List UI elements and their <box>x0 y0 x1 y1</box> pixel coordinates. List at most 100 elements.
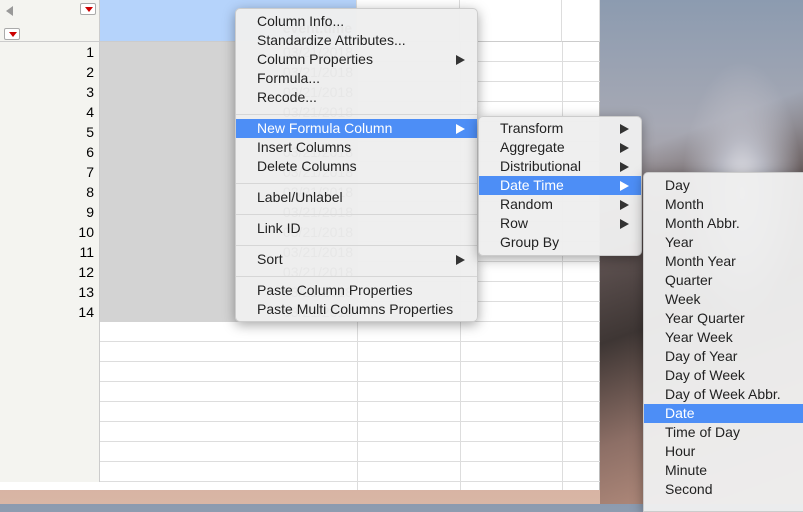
menu-item-hour[interactable]: Hour <box>644 442 803 461</box>
submenu-arrow-icon <box>620 124 629 134</box>
table-menu-icon[interactable] <box>80 3 96 15</box>
submenu-arrow-icon <box>456 55 465 65</box>
menu-item-day-of-week[interactable]: Day of Week <box>644 366 803 385</box>
menu-item-label: Second <box>665 481 713 497</box>
row-number[interactable]: 12 <box>0 262 100 282</box>
menu-item-new-formula-column[interactable]: New Formula Column <box>236 119 477 138</box>
row-number[interactable]: 9 <box>0 202 100 222</box>
rows-menu-icon[interactable] <box>4 28 20 40</box>
row-number[interactable]: 6 <box>0 142 100 162</box>
collapse-arrow-icon[interactable] <box>6 6 13 16</box>
menu-item-distributional[interactable]: Distributional <box>479 157 641 176</box>
menu-item-standardize-attributes[interactable]: Standardize Attributes... <box>236 31 477 50</box>
row-number[interactable] <box>0 362 100 382</box>
table-row[interactable] <box>0 462 600 482</box>
menu-item-sort[interactable]: Sort <box>236 250 477 269</box>
menu-item-formula[interactable]: Formula... <box>236 69 477 88</box>
table-row[interactable] <box>0 402 600 422</box>
menu-item-aggregate[interactable]: Aggregate <box>479 138 641 157</box>
menu-item-column-properties[interactable]: Column Properties <box>236 50 477 69</box>
row-number[interactable]: 11 <box>0 242 100 262</box>
menu-item-label: Minute <box>665 462 708 478</box>
menu-item-group-by[interactable]: Group By <box>479 233 641 252</box>
menu-item-label: Random <box>500 196 553 212</box>
menu-item-label: Date <box>665 405 695 421</box>
menu-item-insert-columns[interactable]: Insert Columns <box>236 138 477 157</box>
row-number[interactable]: 13 <box>0 282 100 302</box>
row-number[interactable]: 5 <box>0 122 100 142</box>
menu-item-day-of-year[interactable]: Day of Year <box>644 347 803 366</box>
menu-item-year[interactable]: Year <box>644 233 803 252</box>
row-number[interactable] <box>0 422 100 442</box>
menu-item-day[interactable]: Day <box>644 176 803 195</box>
menu-item-year-quarter[interactable]: Year Quarter <box>644 309 803 328</box>
menu-item-label: Link ID <box>257 220 301 236</box>
menu-item-label-unlabel[interactable]: Label/Unlabel <box>236 188 477 207</box>
menu-item-link-id[interactable]: Link ID <box>236 219 477 238</box>
menu-item-day-of-week-abbr[interactable]: Day of Week Abbr. <box>644 385 803 404</box>
submenu-arrow-icon <box>620 143 629 153</box>
table-row[interactable] <box>0 342 600 362</box>
table-row[interactable] <box>0 382 600 402</box>
row-number[interactable] <box>0 402 100 422</box>
menu-item-delete-columns[interactable]: Delete Columns <box>236 157 477 176</box>
menu-item-minute[interactable]: Minute <box>644 461 803 480</box>
menu-item-label: Transform <box>500 120 564 136</box>
row-number[interactable]: 1 <box>0 42 100 62</box>
menu-item-paste-multi-columns-properties[interactable]: Paste Multi Columns Properties <box>236 300 477 319</box>
row-number[interactable] <box>0 322 100 342</box>
menu-separator <box>236 245 477 247</box>
row-number[interactable] <box>0 382 100 402</box>
table-row[interactable] <box>0 422 600 442</box>
row-number[interactable]: 7 <box>0 162 100 182</box>
submenu-arrow-icon <box>620 162 629 172</box>
menu-item-month-abbr[interactable]: Month Abbr. <box>644 214 803 233</box>
menu-item-paste-column-properties[interactable]: Paste Column Properties <box>236 281 477 300</box>
menu-item-quarter[interactable]: Quarter <box>644 271 803 290</box>
row-number[interactable]: 10 <box>0 222 100 242</box>
menu-item-date-time[interactable]: Date Time <box>479 176 641 195</box>
menu-item-date[interactable]: Date <box>644 404 803 423</box>
menu-item-second[interactable]: Second <box>644 480 803 499</box>
table-row[interactable] <box>0 322 600 342</box>
menu-item-label: Distributional <box>500 158 581 174</box>
table-row[interactable] <box>0 442 600 462</box>
column-divider <box>562 42 563 490</box>
menu-item-random[interactable]: Random <box>479 195 641 214</box>
menu-item-label: Group By <box>500 234 560 250</box>
menu-item-time-of-day[interactable]: Time of Day <box>644 423 803 442</box>
row-number[interactable]: 3 <box>0 82 100 102</box>
menu-item-month[interactable]: Month <box>644 195 803 214</box>
column-context-menu: Column Info... Standardize Attributes... C… <box>235 8 478 322</box>
submenu-arrow-icon <box>620 181 629 191</box>
menu-separator <box>236 214 477 216</box>
row-number[interactable]: 2 <box>0 62 100 82</box>
menu-item-column-info[interactable]: Column Info... <box>236 12 477 31</box>
submenu-arrow-icon <box>620 219 629 229</box>
menu-item-label: Day of Week Abbr. <box>665 386 781 402</box>
row-number[interactable]: 8 <box>0 182 100 202</box>
menu-item-month-year[interactable]: Month Year <box>644 252 803 271</box>
menu-item-label: Standardize Attributes... <box>257 32 406 48</box>
menu-item-label: Year Quarter <box>665 310 745 326</box>
menu-item-transform[interactable]: Transform <box>479 119 641 138</box>
menu-item-label: Year Week <box>665 329 733 345</box>
menu-item-label: Paste Multi Columns Properties <box>257 301 454 317</box>
menu-item-label: Insert Columns <box>257 139 352 155</box>
row-number[interactable]: 14 <box>0 302 100 322</box>
menu-item-label: Day of Week <box>665 367 745 383</box>
menu-item-label: Time of Day <box>665 424 740 440</box>
column-header[interactable] <box>562 0 600 42</box>
row-number[interactable] <box>0 462 100 482</box>
menu-item-label: New Formula Column <box>257 120 393 136</box>
menu-item-row[interactable]: Row <box>479 214 641 233</box>
menu-item-label: Column Info... <box>257 13 345 29</box>
row-number[interactable] <box>0 442 100 462</box>
menu-item-week[interactable]: Week <box>644 290 803 309</box>
row-number[interactable] <box>0 342 100 362</box>
menu-item-year-week[interactable]: Year Week <box>644 328 803 347</box>
table-row[interactable] <box>0 362 600 382</box>
menu-item-recode[interactable]: Recode... <box>236 88 477 107</box>
row-number[interactable]: 4 <box>0 102 100 122</box>
menu-item-label: Row <box>500 215 529 231</box>
